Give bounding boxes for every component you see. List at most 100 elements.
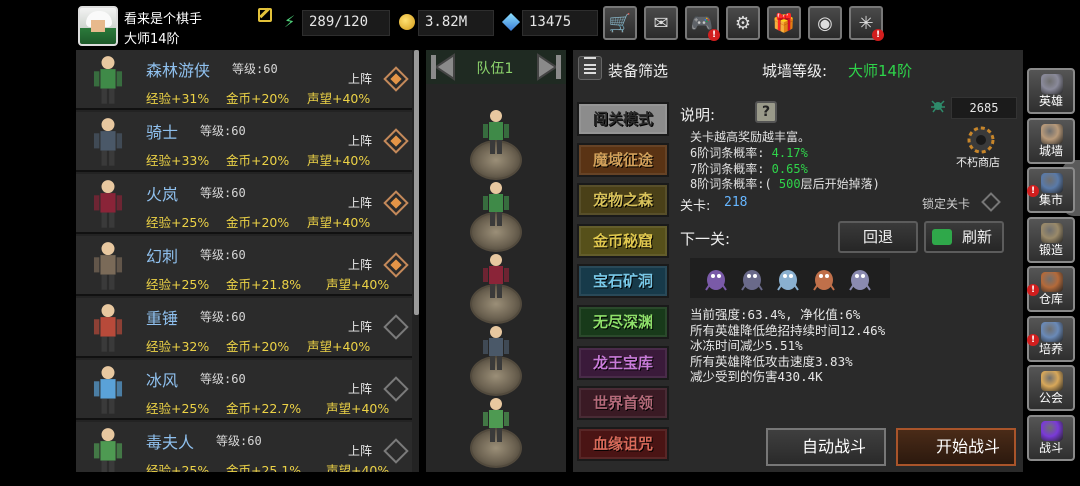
hero-portrait <box>86 178 130 232</box>
start-battle-button[interactable]: 开始战斗 <box>896 428 1016 466</box>
hero-gold-bonus: 金币+20% <box>226 91 290 106</box>
team-label: 队伍1 <box>476 61 514 77</box>
hero-level: 等级:60 <box>200 310 246 324</box>
alert-badge-icon: ! <box>1027 333 1039 346</box>
wall-level-value: 大师14阶 <box>848 62 913 80</box>
stage-effect-line: 减少受到的伤害430.4K <box>690 369 823 384</box>
team-hero-sprite <box>480 108 512 158</box>
energy-counter: 289/120 <box>302 10 390 36</box>
auto-battle-button[interactable]: 自动战斗 <box>766 428 886 466</box>
hero-fame-bonus: 声望+40% <box>326 401 390 416</box>
hero-name: 冰风 <box>146 371 179 390</box>
drop-rate-suffix: 层后开始掉落) <box>800 177 880 191</box>
team-prev-arrow-icon[interactable] <box>428 52 458 82</box>
rollback-button[interactable]: 回退 <box>838 221 918 253</box>
side-menu-label: 公会 <box>1038 391 1063 405</box>
hero-gold-bonus: 金币+25.1% <box>226 463 302 472</box>
side-menu-chest[interactable]: 仓库! <box>1027 266 1075 312</box>
portal-icon <box>1041 420 1063 441</box>
hero-row[interactable]: 幻刺 等级:60 经验+25% 金币+21.8% 声望+40% 上阵 <box>76 236 412 296</box>
top-button-mail[interactable]: ✉ <box>644 6 678 40</box>
hero-deploy-label: 上阵 <box>348 382 373 396</box>
team-hero-sprite <box>480 324 512 374</box>
enemy-sprite-icon <box>810 262 838 294</box>
edit-name-icon[interactable] <box>258 8 272 22</box>
hero-fame-bonus: 声望+40% <box>307 215 371 230</box>
help-icon[interactable]: ? <box>755 101 777 123</box>
team-hero-sprite <box>480 396 512 446</box>
top-button-settings-gear[interactable]: ⚙ <box>726 6 760 40</box>
hero-name: 森林游侠 <box>146 61 211 80</box>
mode-button[interactable]: 无尽深渊 <box>577 305 669 339</box>
energy-icon <box>284 12 300 31</box>
side-menu-market[interactable]: 集市! <box>1027 167 1075 213</box>
equipment-filter-label[interactable]: 装备筛选 <box>608 60 668 81</box>
hero-row[interactable]: 冰风 等级:60 经验+25% 金币+22.7% 声望+40% 上阵 <box>76 360 412 420</box>
stage-number: 218 <box>724 195 748 210</box>
immortal-shop-icon[interactable] <box>961 124 1001 156</box>
enemy-sprite-icon <box>774 262 802 294</box>
mode-button[interactable]: 金币秘窟 <box>577 223 669 258</box>
hero-row[interactable]: 重锤 等级:60 经验+32% 金币+20% 声望+40% 上阵 <box>76 298 412 358</box>
side-menu-castle-wall[interactable]: 城墙 <box>1027 117 1075 164</box>
team-next-arrow-icon[interactable] <box>534 52 564 82</box>
alert-badge-icon: ! <box>1027 284 1039 296</box>
hero-row[interactable]: 火岚 等级:60 经验+25% 金币+20% 声望+40% 上阵 <box>76 174 412 234</box>
castle-wall-icon <box>1041 123 1063 144</box>
hero-row[interactable]: 毒夫人 等级:60 经验+25% 金币+25.1% 声望+40% 上阵 <box>76 422 412 472</box>
hero-deploy-label: 上阵 <box>348 320 373 334</box>
top-button-color-wheel[interactable]: ◉ <box>808 6 842 40</box>
hero-portrait <box>86 116 130 170</box>
top-button-shop-cart[interactable]: 🛒 <box>603 6 637 40</box>
mode-button[interactable]: 魔域征途 <box>577 142 669 177</box>
hero-row[interactable]: 骑士 等级:60 经验+33% 金币+20% 声望+40% 上阵 <box>76 112 412 172</box>
filter-menu-icon[interactable] <box>578 56 602 80</box>
hero-row[interactable]: 森林游侠 等级:60 经验+31% 金币+20% 声望+40% 上阵 <box>76 50 412 110</box>
hero-fame-bonus: 声望+40% <box>307 91 371 106</box>
gem-counter: 13475 <box>522 10 598 36</box>
hero-name: 火岚 <box>146 185 179 204</box>
mode-button[interactable]: 闯关模式 <box>577 102 669 136</box>
hero-deploy-toggle[interactable] <box>383 66 409 92</box>
hero-deploy-label: 上阵 <box>348 196 373 210</box>
top-button-spiderweb[interactable]: ✳! <box>849 6 884 41</box>
side-menu-guild[interactable]: 公会 <box>1027 365 1075 411</box>
hero-portrait <box>86 364 130 418</box>
player-name: 看来是个棋手 <box>124 12 203 27</box>
mode-button[interactable]: 世界首领 <box>577 386 669 421</box>
immortal-shop-label[interactable]: 不朽商店 <box>956 154 1000 170</box>
enemy-sprite-icon <box>702 262 730 294</box>
description-intro: 关卡越高奖励越丰富。 <box>690 130 811 144</box>
hero-deploy-toggle[interactable] <box>383 128 409 154</box>
team-hero-sprite <box>480 252 512 302</box>
wall-level-label: 城墙等级: <box>762 62 828 80</box>
alert-badge-icon: ! <box>708 29 720 41</box>
chest-icon <box>1041 272 1063 292</box>
hero-portrait <box>86 426 130 472</box>
mode-button[interactable]: 宝石矿洞 <box>577 264 669 299</box>
top-button-gamepad[interactable]: 🎮! <box>685 6 720 41</box>
hero-deploy-toggle[interactable] <box>383 314 409 340</box>
hero-level: 等级:60 <box>200 124 246 138</box>
top-button-gift[interactable]: 🎁 <box>767 6 801 40</box>
hero-name: 毒夫人 <box>146 433 195 452</box>
hero-deploy-toggle[interactable] <box>383 190 409 216</box>
side-menu-statue[interactable]: 培养! <box>1027 315 1075 362</box>
side-menu-anvil[interactable]: 锻造 <box>1027 216 1075 263</box>
player-avatar[interactable] <box>78 6 118 46</box>
anvil-icon <box>1041 222 1063 243</box>
hero-portrait <box>86 54 130 108</box>
mode-button[interactable]: 宠物之森 <box>577 183 669 218</box>
hero-list-scrollbar[interactable] <box>414 50 419 315</box>
side-menu-label: 英雄 <box>1038 94 1063 108</box>
hero-fame-bonus: 声望+40% <box>326 463 390 472</box>
drop-rate-value: 0.65% <box>764 161 808 176</box>
mode-button[interactable]: 龙王宝库 <box>577 345 669 380</box>
mode-button[interactable]: 血缘诅咒 <box>577 426 669 461</box>
side-menu-helmet[interactable]: 英雄 <box>1027 68 1075 114</box>
shop-cart-icon: 🛒 <box>608 12 632 34</box>
hero-portrait <box>86 240 130 294</box>
hero-level: 等级:60 <box>200 248 246 262</box>
side-menu-portal[interactable]: 战斗 <box>1027 414 1075 461</box>
hero-list[interactable]: 森林游侠 等级:60 经验+31% 金币+20% 声望+40% 上阵 骑士 等级:60 经验+3… <box>76 50 419 472</box>
